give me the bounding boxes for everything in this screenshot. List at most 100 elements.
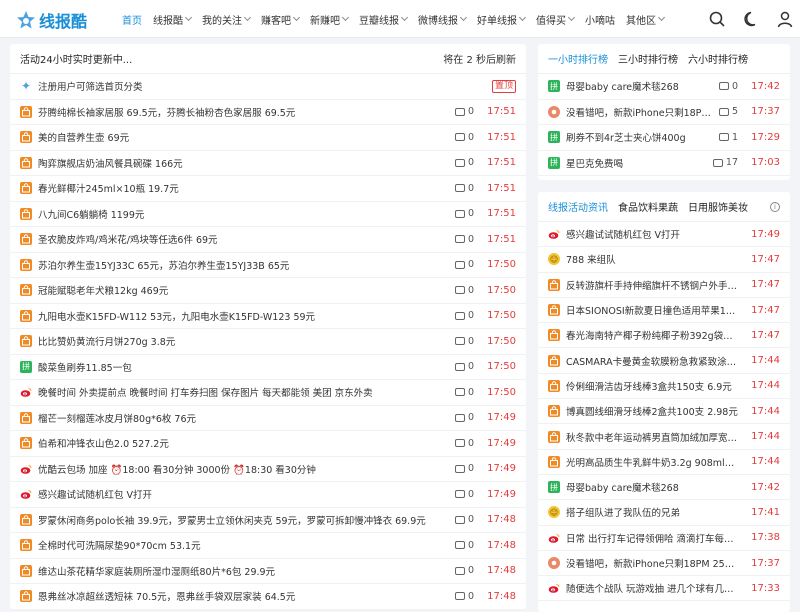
site-logo[interactable]: 线报酷 bbox=[16, 8, 87, 32]
news-row[interactable]: 日本SIONOSI新款夏日撞色适用苹果17P… 17:47 bbox=[538, 298, 790, 324]
news-row-title[interactable]: 光明高品质生牛乳鲜牛奶3.2g 908ml*3… bbox=[566, 455, 738, 469]
news-row-title[interactable]: CASMARA卡曼黄金软膜粉急救紧致涂抹… bbox=[566, 354, 738, 368]
tab-news-2[interactable]: 日用服饰美妆 bbox=[688, 199, 748, 214]
feed-row-title[interactable]: 美的自营养生壶 69元 bbox=[38, 130, 455, 144]
ranking-row[interactable]: 拼母婴baby care魔术毯268 0 17:42 bbox=[538, 74, 790, 100]
news-row-title[interactable]: 伶俐细滑洁齿牙线棒3盒共150支 6.9元 bbox=[566, 379, 738, 393]
feed-row[interactable]: 冠能赋聪老年犬粮12kg 469元 0 17:50 bbox=[10, 278, 526, 304]
feed-row[interactable]: 拼酸菜鱼刷券11.85一包 0 17:50 bbox=[10, 355, 526, 380]
feed-row-title[interactable]: 维达山茶花精华家庭装厕所湿巾湿厕纸80片*6包 29.9元 bbox=[38, 564, 455, 578]
feed-row-title[interactable]: 苏泊尔养生壶15YJ33C 65元，苏泊尔养生壶15YJ33B 65元 bbox=[38, 258, 455, 272]
comment-count[interactable]: 0 bbox=[454, 591, 474, 602]
nav-item-5[interactable]: 豆瓣线报 bbox=[359, 12, 409, 27]
tab-rank-2[interactable]: 六小时排行榜 bbox=[688, 51, 748, 66]
comment-count[interactable]: 1 bbox=[718, 132, 738, 143]
ranking-row-title[interactable]: 没看错吧，新款iPhone只剩18PM 256… bbox=[566, 105, 719, 119]
feed-row[interactable]: 芬腾纯棉长袖家居服 69.5元，芬腾长袖粉杏色家居服 69.5元 0 17:51 bbox=[10, 100, 526, 125]
news-row[interactable]: 春光海南特产椰子粉纯椰子粉392g袋装 … 17:47 bbox=[538, 323, 790, 349]
news-row-title[interactable]: 没看错吧，新款iPhone只剩18PM 256… bbox=[566, 556, 738, 570]
feed-row[interactable]: 陶弈旗舰店奶油风餐具碗碟 166元 0 17:51 bbox=[10, 151, 526, 176]
feed-row-title[interactable]: 恩弗丝冰凉超丝透短袜 70.5元，恩弗丝手袋双层家装 64.5元 bbox=[38, 589, 455, 603]
comment-count[interactable]: 0 bbox=[454, 336, 474, 347]
news-row[interactable]: 秋冬款中老年运动裤男直筒加绒加厚宽松… 17:44 bbox=[538, 424, 790, 450]
feed-row-title[interactable]: 冠能赋聪老年犬粮12kg 469元 bbox=[38, 283, 455, 297]
feed-row[interactable]: 维达山茶花精华家庭装厕所湿巾湿厕纸80片*6包 29.9元 0 17:48 bbox=[10, 559, 526, 584]
ranking-row-title[interactable]: 星巴克免费喝 bbox=[566, 156, 713, 170]
comment-count[interactable]: 0 bbox=[454, 489, 474, 500]
comment-count[interactable]: 0 bbox=[454, 463, 474, 474]
news-row-title[interactable]: 788 来组队 bbox=[566, 252, 738, 266]
feed-row[interactable]: 全棉时代可洗隔尿垫90*70cm 53.1元 0 17:48 bbox=[10, 533, 526, 559]
news-row[interactable]: CASMARA卡曼黄金软膜粉急救紧致涂抹… 17:44 bbox=[538, 348, 790, 374]
nav-item-2[interactable]: 我的关注 bbox=[202, 12, 252, 27]
feed-row-title[interactable]: 罗蒙休闲商务polo长袖 39.9元，罗蒙男士立领休闲夹克 59元，罗蒙可拆卸慢… bbox=[38, 513, 455, 527]
ranking-row[interactable]: 拼星巴克免费喝 17 17:03 bbox=[538, 151, 790, 176]
nav-item-0[interactable]: 首页 bbox=[122, 12, 142, 27]
news-row[interactable]: 日常 出行打车记得领佣哈 滴滴打车每天… 17:38 bbox=[538, 526, 790, 551]
feed-row[interactable]: 春光鲜椰汁245ml×10瓶 19.7元 0 17:51 bbox=[10, 176, 526, 202]
feed-row[interactable]: 恩弗丝冰凉超丝透短袜 70.5元，恩弗丝手袋双层家装 64.5元 0 17:48 bbox=[10, 584, 526, 610]
feed-row-title[interactable]: 陶弈旗舰店奶油风餐具碗碟 166元 bbox=[38, 156, 455, 170]
comment-count[interactable]: 0 bbox=[454, 234, 474, 245]
feed-row-title[interactable]: 伯希和冲锋衣山色2.0 527.2元 bbox=[38, 436, 455, 450]
nav-item-1[interactable]: 线报酷 bbox=[153, 12, 193, 27]
feed-row[interactable]: 比比赞奶黄流行月饼270g 3.8元 0 17:50 bbox=[10, 329, 526, 355]
ranking-row[interactable]: 拼刷券不到4r芝士夹心饼400g 1 17:29 bbox=[538, 125, 790, 151]
feed-row[interactable]: 美的自营养生壶 69元 0 17:51 bbox=[10, 125, 526, 151]
nav-item-4[interactable]: 新赚吧 bbox=[310, 12, 350, 27]
news-row-title[interactable]: 反转游旗杆手持伸缩旗杆不锈钢户外手提… bbox=[566, 278, 738, 292]
comment-count[interactable]: 0 bbox=[454, 565, 474, 576]
comment-count[interactable]: 0 bbox=[454, 157, 474, 168]
news-row[interactable]: 随便选个战队 玩游戏抽 进几个球有几次… 17:33 bbox=[538, 576, 790, 602]
info-icon[interactable]: i bbox=[770, 202, 780, 212]
nav-item-8[interactable]: 值得买 bbox=[536, 12, 576, 27]
ranking-row[interactable]: 没看错吧，新款iPhone只剩18PM 256… 5 17:37 bbox=[538, 100, 790, 125]
search-icon[interactable] bbox=[708, 10, 726, 28]
comment-count[interactable]: 0 bbox=[454, 208, 474, 219]
news-row[interactable]: 光明高品质生牛乳鲜牛奶3.2g 908ml*3… 17:44 bbox=[538, 450, 790, 475]
feed-row[interactable]: ✦ 注册用户可筛选首页分类 置顶 bbox=[10, 74, 526, 100]
ranking-row-title[interactable]: 母婴baby care魔术毯268 bbox=[566, 79, 719, 93]
feed-row-title[interactable]: 优酷云包场 加座 ⏰18:00 看30分钟 3000份 ⏰18:30 看30分钟 bbox=[38, 462, 455, 476]
comment-count[interactable]: 0 bbox=[718, 81, 738, 92]
comment-count[interactable]: 5 bbox=[718, 106, 738, 117]
feed-row[interactable]: 九阳电水壶K15FD-W112 53元，九阳电水壶K15FD-W123 59元 0… bbox=[10, 304, 526, 329]
news-row-title[interactable]: 春光海南特产椰子粉纯椰子粉392g袋装 … bbox=[566, 328, 738, 342]
nav-item-3[interactable]: 赚客吧 bbox=[261, 12, 301, 27]
feed-row-title[interactable]: 芬腾纯棉长袖家居服 69.5元，芬腾长袖粉杏色家居服 69.5元 bbox=[38, 105, 455, 119]
news-row[interactable]: 博真圆线细滑牙线棒2盒共100支 2.98元 17:44 bbox=[538, 399, 790, 425]
comment-count[interactable]: 0 bbox=[454, 183, 474, 194]
comment-count[interactable]: 0 bbox=[454, 540, 474, 551]
feed-row-title[interactable]: 全棉时代可洗隔尿垫90*70cm 53.1元 bbox=[38, 538, 455, 552]
feed-row[interactable]: 八九间C6躺躺椅 1199元 0 17:51 bbox=[10, 202, 526, 227]
comment-count[interactable]: 0 bbox=[454, 514, 474, 525]
news-row-title[interactable]: 母婴baby care魔术毯268 bbox=[566, 480, 738, 494]
news-row[interactable]: 没看错吧，新款iPhone只剩18PM 256… 17:37 bbox=[538, 551, 790, 577]
feed-row-title[interactable]: 比比赞奶黄流行月饼270g 3.8元 bbox=[38, 334, 455, 348]
news-row-title[interactable]: 日本SIONOSI新款夏日撞色适用苹果17P… bbox=[566, 303, 738, 317]
news-row[interactable]: 伶俐细滑洁齿牙线棒3盒共150支 6.9元 17:44 bbox=[538, 374, 790, 400]
nav-item-7[interactable]: 好单线报 bbox=[477, 12, 527, 27]
news-row[interactable]: ☺ 搭子组队进了我队伍的兄弟 17:41 bbox=[538, 500, 790, 526]
comment-count[interactable]: 0 bbox=[454, 132, 474, 143]
comment-count[interactable]: 0 bbox=[454, 361, 474, 372]
comment-count[interactable]: 0 bbox=[454, 106, 474, 117]
comment-count[interactable]: 0 bbox=[454, 438, 474, 449]
nav-item-9[interactable]: 小嘀咕 bbox=[585, 12, 615, 27]
feed-row-title[interactable]: 注册用户可筛选首页分类 bbox=[38, 79, 492, 93]
comment-count[interactable]: 0 bbox=[454, 412, 474, 423]
feed-row[interactable]: 伯希和冲锋衣山色2.0 527.2元 0 17:49 bbox=[10, 431, 526, 457]
news-row-title[interactable]: 感兴趣试试随机红包 V打开 bbox=[566, 227, 738, 241]
news-row[interactable]: 反转游旗杆手持伸缩旗杆不锈钢户外手提… 17:47 bbox=[538, 273, 790, 298]
feed-row[interactable]: 罗蒙休闲商务polo长袖 39.9元，罗蒙男士立领休闲夹克 59元，罗蒙可拆卸慢… bbox=[10, 508, 526, 533]
comment-count[interactable]: 0 bbox=[454, 387, 474, 398]
feed-row-title[interactable]: 榴芒一刻榴莲冰皮月饼80g*6枚 76元 bbox=[38, 411, 455, 425]
nav-item-10[interactable]: 其他区 bbox=[626, 12, 666, 27]
feed-row[interactable]: 苏泊尔养生壶15YJ33C 65元，苏泊尔养生壶15YJ33B 65元 0 17:5… bbox=[10, 253, 526, 278]
news-row-title[interactable]: 博真圆线细滑牙线棒2盒共100支 2.98元 bbox=[566, 404, 738, 418]
tab-rank-0[interactable]: 一小时排行榜 bbox=[548, 51, 608, 66]
news-row-title[interactable]: 秋冬款中老年运动裤男直筒加绒加厚宽松… bbox=[566, 430, 738, 444]
comment-count[interactable]: 0 bbox=[454, 310, 474, 321]
ranking-row-title[interactable]: 刷券不到4r芝士夹心饼400g bbox=[566, 130, 719, 144]
user-icon[interactable] bbox=[776, 10, 794, 28]
